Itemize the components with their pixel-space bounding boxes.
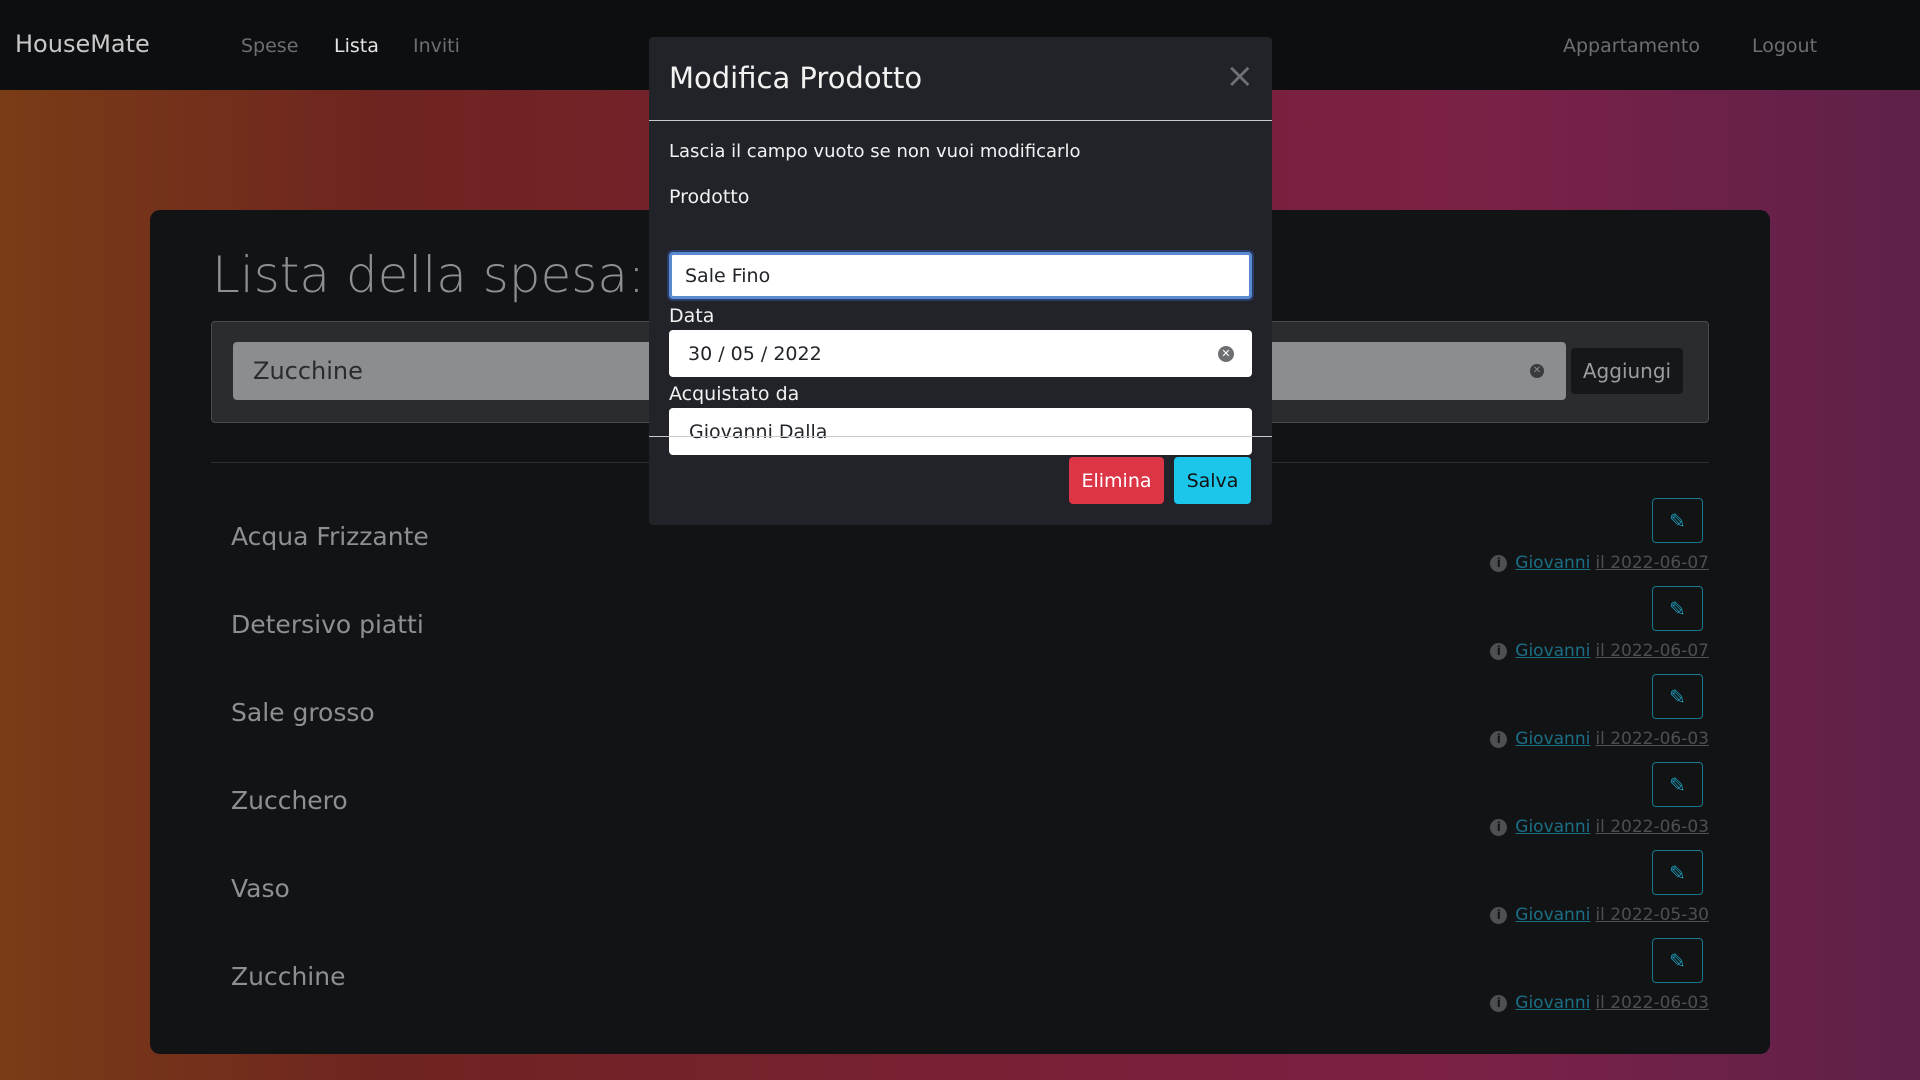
item-date: il 2022-06-07: [1595, 553, 1709, 573]
edit-product-modal: Modifica Prodotto × Lascia il campo vuot…: [649, 37, 1272, 525]
close-icon[interactable]: ×: [1226, 59, 1255, 93]
item-meta: i Giovanni il 2022-05-30: [1490, 905, 1709, 925]
product-input[interactable]: Sale Fino: [669, 252, 1252, 299]
pencil-icon: ✎: [1669, 684, 1686, 709]
item-user-link[interactable]: Giovanni: [1515, 641, 1590, 661]
product-input-value: Sale Fino: [685, 264, 771, 287]
edit-button[interactable]: ✎: [1652, 498, 1703, 543]
edit-button[interactable]: ✎: [1652, 762, 1703, 807]
date-input[interactable]: 30 / 05 / 2022 ✕: [669, 330, 1252, 377]
modal-header: Modifica Prodotto ×: [649, 37, 1272, 121]
edit-button[interactable]: ✎: [1652, 938, 1703, 983]
clear-icon[interactable]: ✕: [1530, 364, 1544, 378]
info-icon: i: [1490, 818, 1508, 836]
item-name: Sale grosso: [231, 698, 375, 727]
item-name: Vaso: [231, 874, 290, 903]
modal-title: Modifica Prodotto: [669, 61, 923, 95]
info-icon: i: [1490, 906, 1508, 924]
item-user-link[interactable]: Giovanni: [1515, 817, 1590, 837]
edit-button[interactable]: ✎: [1652, 850, 1703, 895]
product-label: Prodotto: [669, 186, 750, 208]
item-name: Acqua Frizzante: [231, 522, 429, 551]
modal-footer: Elimina Salva: [649, 436, 1272, 525]
item-user-link[interactable]: Giovanni: [1515, 553, 1590, 573]
pencil-icon: ✎: [1669, 508, 1686, 533]
nav-link-spese[interactable]: Spese: [241, 35, 298, 57]
buyer-label: Acquistato da: [669, 383, 800, 405]
list-item: Vaso ✎ i Giovanni il 2022-05-30: [211, 846, 1709, 934]
info-icon: i: [1490, 730, 1508, 748]
date-input-value: 30 / 05 / 2022: [688, 342, 822, 365]
item-user-link[interactable]: Giovanni: [1515, 905, 1590, 925]
item-name: Zucchine: [231, 962, 346, 991]
item-meta: i Giovanni il 2022-06-03: [1490, 729, 1709, 749]
item-name: Zucchero: [231, 786, 348, 815]
item-date: il 2022-05-30: [1595, 905, 1709, 925]
modal-hint: Lascia il campo vuoto se non vuoi modifi…: [669, 141, 1081, 162]
item-meta: i Giovanni il 2022-06-07: [1490, 641, 1709, 661]
item-meta: i Giovanni il 2022-06-07: [1490, 553, 1709, 573]
clear-icon[interactable]: ✕: [1218, 346, 1234, 362]
list-item: Zucchine ✎ i Giovanni il 2022-06-03: [211, 934, 1709, 1022]
item-meta: i Giovanni il 2022-06-03: [1490, 817, 1709, 837]
info-icon: i: [1490, 642, 1508, 660]
nav-link-lista[interactable]: Lista: [334, 35, 379, 57]
add-button[interactable]: Aggiungi: [1571, 348, 1683, 394]
pencil-icon: ✎: [1669, 772, 1686, 797]
edit-button[interactable]: ✎: [1652, 586, 1703, 631]
item-date: il 2022-06-07: [1595, 641, 1709, 661]
nav-link-logout[interactable]: Logout: [1752, 35, 1817, 57]
add-item-input-value: Zucchine: [253, 357, 363, 385]
list-item: Zucchero ✎ i Giovanni il 2022-06-03: [211, 758, 1709, 846]
edit-button[interactable]: ✎: [1652, 674, 1703, 719]
list-item: Detersivo piatti ✎ i Giovanni il 2022-06…: [211, 582, 1709, 670]
info-icon: i: [1490, 994, 1508, 1012]
list-item: Sale grosso ✎ i Giovanni il 2022-06-03: [211, 670, 1709, 758]
item-name: Detersivo piatti: [231, 610, 424, 639]
pencil-icon: ✎: [1669, 596, 1686, 621]
item-user-link[interactable]: Giovanni: [1515, 993, 1590, 1013]
brand-logo[interactable]: HouseMate: [15, 30, 150, 58]
nav-link-appartamento[interactable]: Appartamento: [1563, 35, 1700, 57]
nav-link-inviti[interactable]: Inviti: [413, 35, 460, 57]
item-date: il 2022-06-03: [1595, 817, 1709, 837]
date-label: Data: [669, 305, 715, 327]
item-meta: i Giovanni il 2022-06-03: [1490, 993, 1709, 1013]
item-user-link[interactable]: Giovanni: [1515, 729, 1590, 749]
item-date: il 2022-06-03: [1595, 993, 1709, 1013]
info-icon: i: [1490, 554, 1508, 572]
pencil-icon: ✎: [1669, 948, 1686, 973]
pencil-icon: ✎: [1669, 860, 1686, 885]
page-title: Lista della spesa:: [212, 246, 645, 304]
delete-button[interactable]: Elimina: [1069, 457, 1164, 504]
save-button[interactable]: Salva: [1174, 457, 1251, 504]
item-date: il 2022-06-03: [1595, 729, 1709, 749]
